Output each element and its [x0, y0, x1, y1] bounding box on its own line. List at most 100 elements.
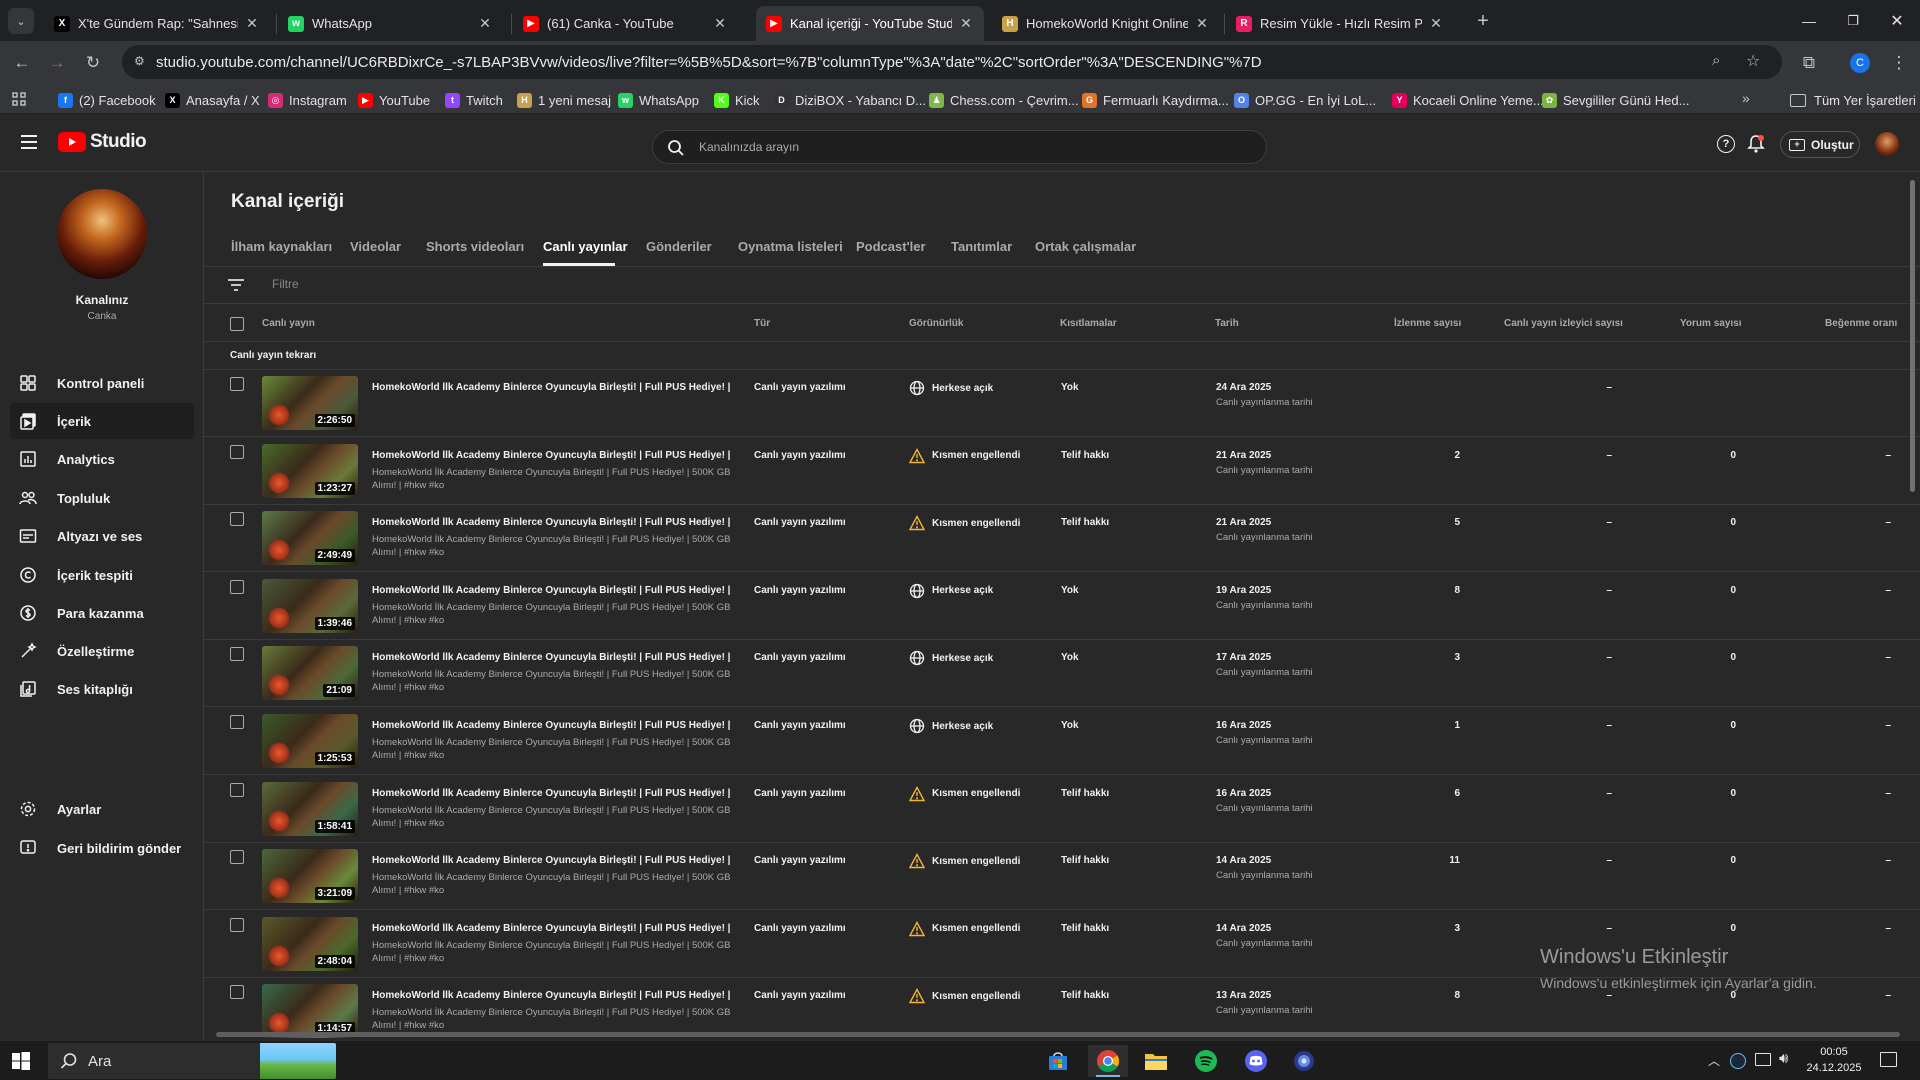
video-title[interactable]: HomekoWorld İlk Academy Binlerce Oyuncuy… [372, 450, 732, 461]
sidebar-item-community[interactable]: Topluluk [10, 480, 194, 516]
filter-input[interactable]: Filtre [272, 277, 672, 291]
video-thumbnail[interactable]: 1:58:41 [262, 781, 358, 836]
volume-icon[interactable]: 🔊︎ [1779, 1050, 1788, 1067]
all-bookmarks-folder[interactable]: Tüm Yer İşaretleri [1790, 90, 1916, 110]
sidebar-item-analytics[interactable]: Analytics [10, 441, 194, 477]
bookmark-item[interactable]: ✿ Sevgililer Günü Hed... [1542, 90, 1689, 110]
sidebar-item-feedback[interactable]: Geri bildirim gönder [10, 830, 194, 866]
visibility-cell[interactable]: Kısmen engellendi [908, 785, 1020, 802]
restriction[interactable]: Telif hakkı [1061, 788, 1109, 799]
channel-avatar[interactable] [57, 189, 147, 279]
visibility-cell[interactable]: Kısmen engellendi [908, 920, 1020, 937]
more-bookmarks-icon[interactable]: » [1742, 90, 1750, 106]
visibility-cell[interactable]: Kısmen engellendi [908, 988, 1020, 1004]
vertical-scrollbar[interactable] [1910, 180, 1915, 492]
taskbar-search[interactable]: Ara [48, 1043, 336, 1079]
table-row[interactable]: 21:09 HomekoWorld İlk Academy Binlerce Oy… [204, 640, 1920, 708]
address-bar[interactable]: ⚙ studio.youtube.com/channel/UC6RBDixrCe… [122, 45, 1782, 79]
video-title[interactable]: HomekoWorld İlk Academy Binlerce Oyuncuy… [372, 923, 732, 934]
visibility-cell[interactable]: Herkese açık [909, 583, 993, 599]
browser-tab[interactable]: ▶ Kanal içeriği - YouTube Studio ✕ [756, 6, 984, 41]
bookmark-item[interactable]: H 1 yeni mesaj [517, 90, 611, 110]
video-thumbnail[interactable]: 2:26:50 [262, 376, 358, 430]
filter-icon[interactable] [228, 278, 244, 296]
hamburger-menu-icon[interactable] [20, 134, 38, 150]
table-row[interactable]: 1:25:53 HomekoWorld İlk Academy Binlerce … [204, 708, 1920, 775]
visibility-cell[interactable]: Kısmen engellendi [908, 853, 1020, 869]
row-checkbox[interactable] [230, 917, 244, 932]
column-header[interactable]: Tür [754, 318, 770, 329]
table-row[interactable]: 1:39:46 HomekoWorld İlk Academy Binlerce … [204, 573, 1920, 640]
restriction[interactable]: Telif hakkı [1061, 450, 1109, 461]
visibility-cell[interactable]: Herkese açık [909, 380, 993, 396]
minimize-icon[interactable]: — [1794, 6, 1824, 36]
new-tab-button[interactable]: + [1470, 8, 1496, 34]
visibility-cell[interactable]: Kısmen engellendi [908, 515, 1020, 531]
row-checkbox[interactable] [230, 512, 244, 527]
account-avatar[interactable] [1875, 132, 1899, 156]
bookmark-item[interactable]: G Fermuarlı Kaydırma... [1082, 90, 1229, 110]
video-thumbnail[interactable]: 1:14:57 [262, 984, 358, 1039]
visibility-cell[interactable]: Herkese açık [909, 718, 993, 734]
row-checkbox[interactable] [230, 579, 244, 594]
video-title[interactable]: HomekoWorld İlk Academy Binlerce Oyuncuy… [372, 720, 732, 731]
close-tab-icon[interactable]: ✕ [244, 15, 260, 32]
bookmark-star-icon[interactable]: ☆ [1746, 51, 1760, 71]
bookmark-item[interactable]: X Anasayfa / X [165, 90, 260, 110]
app-icon[interactable] [1284, 1045, 1324, 1077]
column-header[interactable]: Görünürlük [909, 318, 963, 329]
browser-tab[interactable]: R Resim Yükle - Hızlı Resim Paylaş ✕ [1226, 6, 1454, 41]
chrome-icon[interactable] [1088, 1045, 1128, 1077]
windows-start-icon[interactable] [12, 1052, 30, 1075]
bookmark-item[interactable]: O OP.GG - En İyi LoL... [1234, 90, 1376, 110]
video-thumbnail[interactable]: 1:23:27 [262, 443, 358, 498]
video-thumbnail[interactable]: 1:39:46 [262, 578, 358, 633]
close-tab-icon[interactable]: ✕ [1194, 15, 1210, 32]
column-header[interactable]: Canlı yayın [262, 318, 315, 329]
close-tab-icon[interactable]: ✕ [477, 15, 493, 32]
bookmark-item[interactable]: w WhatsApp [618, 90, 699, 110]
row-checkbox[interactable] [230, 647, 244, 662]
sidebar-item-customization[interactable]: Özelleştirme [10, 633, 194, 669]
tab-search-button[interactable]: ⌄ [8, 8, 34, 34]
notifications-bell-icon[interactable] [1747, 134, 1765, 154]
browser-tab[interactable]: X X'te Gündem Rap: "Sahnesinde... ✕ [44, 6, 270, 41]
table-row[interactable]: 3:21:09 HomekoWorld İlk Academy Binlerce … [204, 843, 1920, 911]
bookmark-item[interactable]: ◎ Instagram [268, 90, 347, 110]
spotify-icon[interactable] [1186, 1045, 1226, 1077]
video-thumbnail[interactable]: 2:49:49 [262, 511, 358, 566]
table-row[interactable]: 1:23:27 HomekoWorld İlk Academy Binlerce … [204, 438, 1920, 505]
sidebar-item-dashboard[interactable]: Kontrol paneli [10, 365, 194, 401]
restore-icon[interactable]: ❐ [1838, 6, 1868, 36]
restriction[interactable]: Telif hakkı [1061, 923, 1109, 934]
menu-dots-icon[interactable]: ⋮ [1886, 50, 1912, 76]
notification-center-icon[interactable] [1880, 1052, 1897, 1067]
extensions-icon[interactable]: ⧉ [1796, 50, 1822, 76]
row-checkbox[interactable] [230, 715, 244, 729]
restriction[interactable]: Telif hakkı [1061, 517, 1109, 528]
help-icon[interactable]: ? [1717, 135, 1735, 153]
apps-grid-icon[interactable] [12, 92, 26, 106]
bookmark-item[interactable]: K Kick [714, 90, 760, 110]
tab-8[interactable]: Ortak çalışmalar [1035, 239, 1136, 254]
forward-icon[interactable]: → [44, 50, 70, 76]
profile-avatar[interactable]: C [1850, 53, 1870, 73]
video-thumbnail[interactable]: 1:25:53 [262, 714, 358, 768]
browser-tab[interactable]: w WhatsApp ✕ [278, 6, 503, 41]
row-checkbox[interactable] [230, 850, 244, 865]
video-thumbnail[interactable]: 21:09 [262, 646, 358, 701]
visibility-cell[interactable]: Kısmen engellendi [908, 447, 1020, 464]
clock-time[interactable]: 00:05 [1800, 1046, 1868, 1058]
column-header[interactable]: Kısıtlamalar [1060, 318, 1117, 329]
create-button[interactable]: + Oluştur [1780, 131, 1860, 158]
column-header[interactable]: İzlenme sayısı [1394, 318, 1461, 329]
restriction[interactable]: Yok [1061, 652, 1079, 663]
clock-date[interactable]: 24.12.2025 [1800, 1062, 1868, 1074]
sidebar-item-monetization[interactable]: Para kazanma [10, 595, 194, 631]
sidebar-item-copyright[interactable]: İçerik tespiti [10, 557, 194, 593]
close-window-icon[interactable]: ✕ [1882, 6, 1912, 36]
tray-overflow-icon[interactable]: ︿ [1708, 1052, 1720, 1069]
row-checkbox[interactable] [230, 377, 244, 391]
column-header[interactable]: Yorum sayısı [1680, 318, 1742, 329]
channel-search-input[interactable]: Kanalınızda arayın [652, 130, 1267, 164]
